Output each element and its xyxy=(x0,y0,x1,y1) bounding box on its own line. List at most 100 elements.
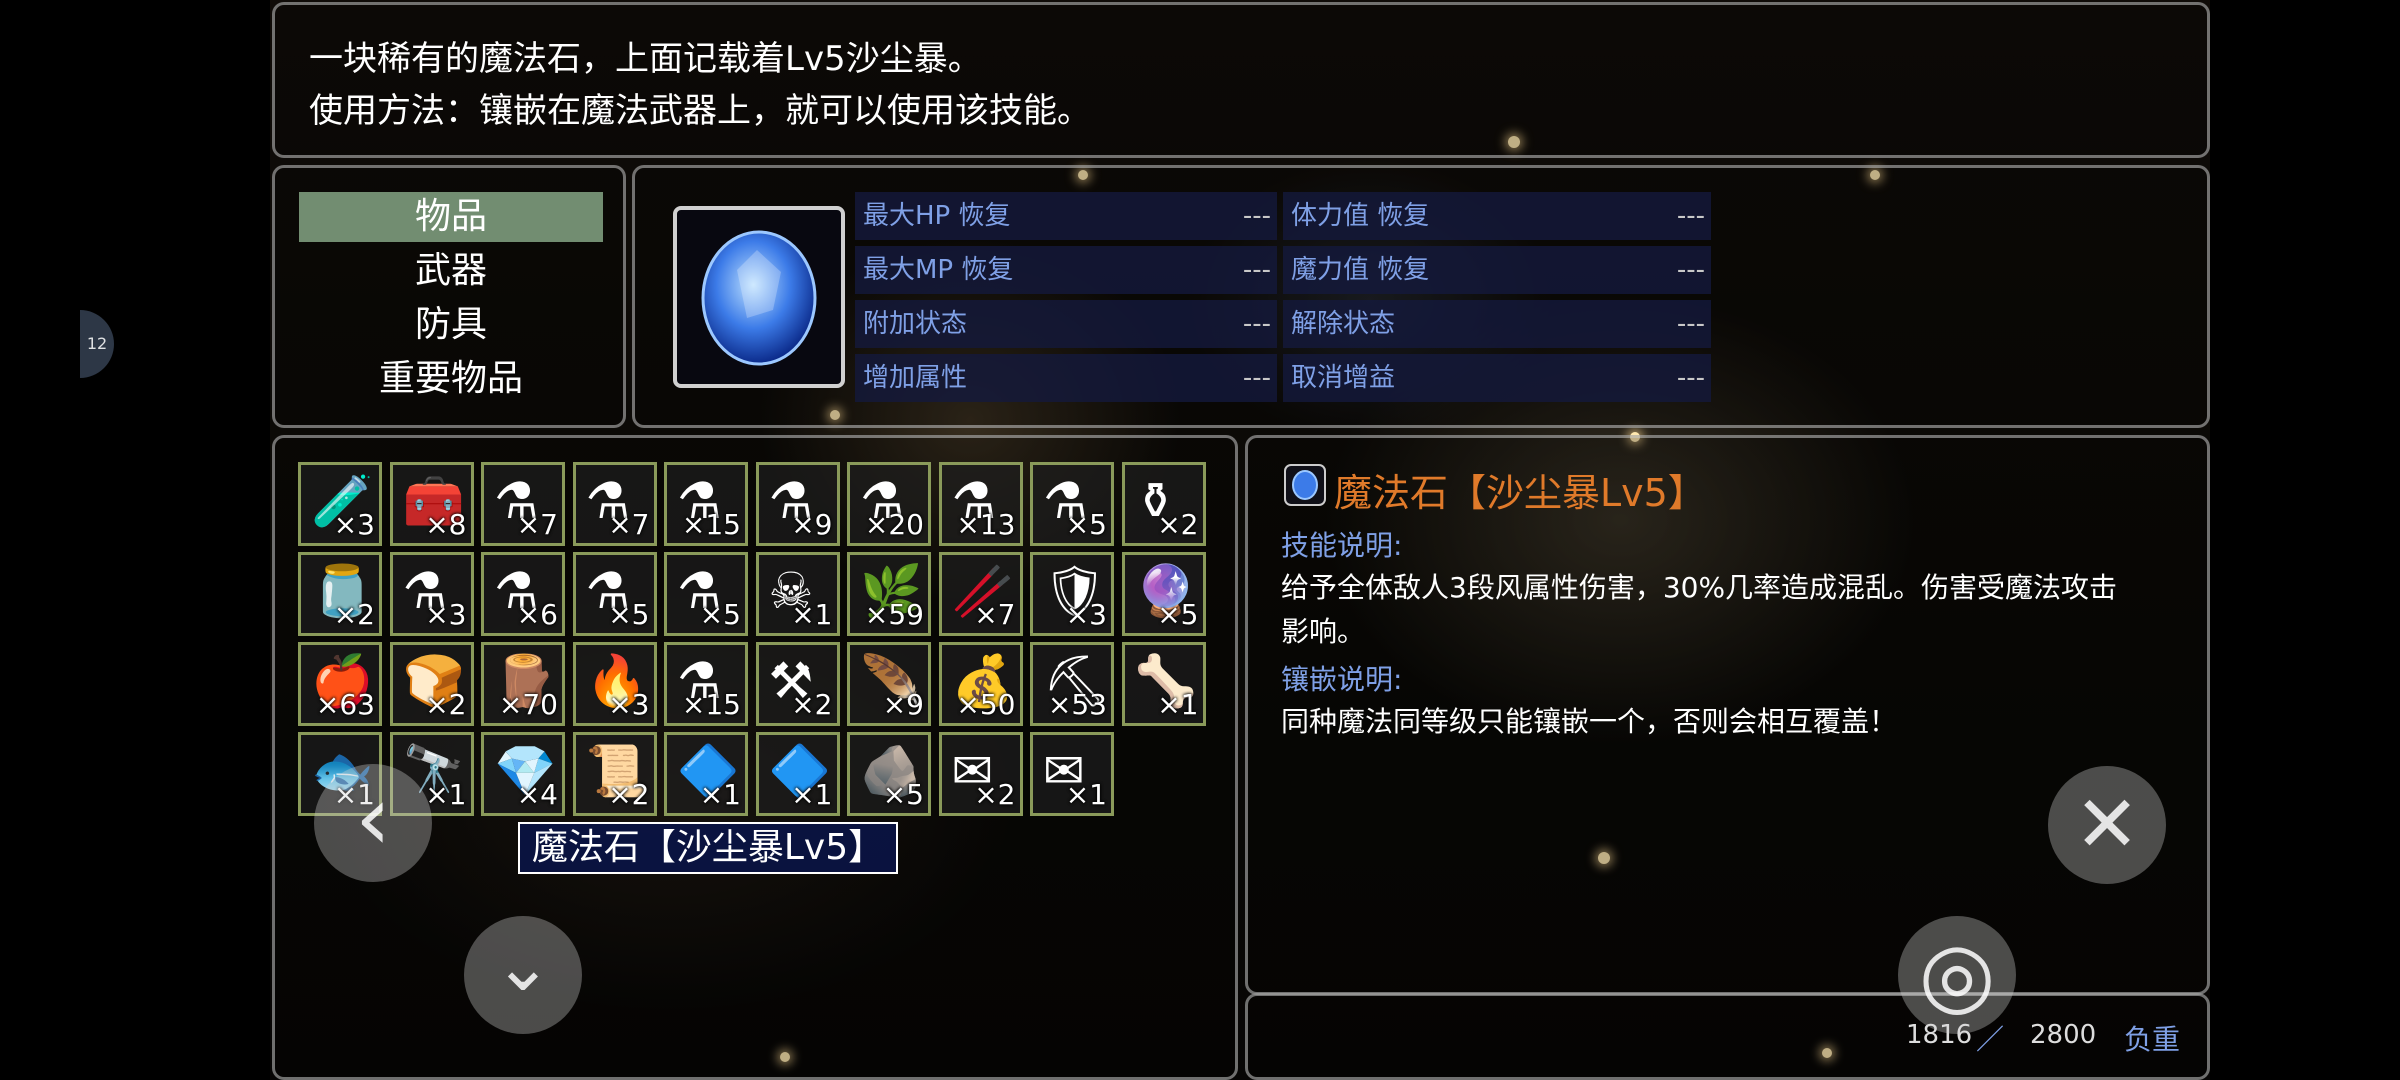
inventory-slot[interactable]: ⚗ ×3 xyxy=(389,552,474,636)
item-count: ×5 xyxy=(1065,508,1107,541)
inventory-slot[interactable]: 💎 ×4 xyxy=(481,732,565,816)
help-line-2: 使用方法：镶嵌在魔法武器上，就可以使用该技能。 xyxy=(309,91,1091,131)
inventory-slot[interactable]: ⚱ ×2 xyxy=(1121,462,1206,546)
inventory-slot[interactable]: ⚗ ×15 xyxy=(664,462,748,546)
category-armor[interactable]: 防具 xyxy=(299,300,603,350)
inventory-slot[interactable]: 🪶 ×9 xyxy=(847,642,931,726)
item-count: ×5 xyxy=(882,778,924,811)
stat-label: 附加状态 xyxy=(863,309,968,339)
item-count: ×3 xyxy=(608,688,650,721)
item-name-tooltip: 魔法石【沙尘暴Lv5】 xyxy=(518,822,898,874)
inventory-slot[interactable]: 🌿 ×59 xyxy=(847,552,931,636)
item-count: ×1 xyxy=(699,778,741,811)
inventory-slot[interactable]: 🔷 ×1 xyxy=(755,732,840,816)
item-count: ×2 xyxy=(608,778,650,811)
inventory-slot[interactable]: ✉ ×1 xyxy=(1030,732,1114,816)
inventory-slot[interactable]: 🫙 ×2 xyxy=(298,552,382,636)
item-count: ×5 xyxy=(1157,598,1199,631)
inventory-slot[interactable]: ✉ ×2 xyxy=(938,732,1023,816)
skill-desc-line-2: 影响。 xyxy=(1281,615,1366,648)
stat-value: --- xyxy=(1242,255,1271,285)
stat-label: 魔力值 恢复 xyxy=(1291,255,1430,285)
category-key-items[interactable]: 重要物品 xyxy=(299,354,603,404)
inventory-slot[interactable]: ⚒ ×2 xyxy=(755,642,840,726)
inlay-desc: 同种魔法同等级只能镶嵌一个，否则会相互覆盖！ xyxy=(1281,705,1898,738)
inventory-slot[interactable]: 🪵 ×70 xyxy=(481,642,565,726)
stat-label: 最大MP 恢复 xyxy=(863,255,1014,285)
stat-label: 取消增益 xyxy=(1291,363,1396,393)
inventory-slot[interactable]: ⚗ ×5 xyxy=(1030,462,1114,546)
inventory-slot[interactable]: 🛡 ×3 xyxy=(1030,552,1114,636)
item-count: ×1 xyxy=(1065,778,1107,811)
stat-max-hp: 最大HP 恢复 --- xyxy=(855,192,1277,240)
item-count: ×50 xyxy=(956,688,1016,721)
chevron-down-icon: ⌄ xyxy=(493,925,553,1007)
stat-label: 解除状态 xyxy=(1291,309,1396,339)
inventory-slot[interactable]: ⚗ ×9 xyxy=(755,462,840,546)
inventory-slot[interactable]: 🔥 ×3 xyxy=(572,642,657,726)
item-count: ×2 xyxy=(1157,508,1199,541)
inventory-slot[interactable]: ☠ ×1 xyxy=(755,552,840,636)
stat-label: 体力值 恢复 xyxy=(1291,201,1430,231)
help-line-1: 一块稀有的魔法石，上面记载着Lv5沙尘暴。 xyxy=(309,39,982,79)
inventory-slot[interactable]: ⚗ ×7 xyxy=(481,462,565,546)
magic-stone-icon xyxy=(701,230,817,366)
confirm-button[interactable]: ◎ xyxy=(1898,916,2016,1034)
inventory-slot[interactable]: 🧪 ×3 xyxy=(298,462,382,546)
inventory-slot[interactable]: ⚗ ×13 xyxy=(938,462,1023,546)
item-count: ×1 xyxy=(1157,688,1199,721)
inventory-slot[interactable]: 🍎 ×63 xyxy=(298,642,382,726)
skill-header: 技能说明: xyxy=(1281,529,1403,562)
inventory-slot[interactable]: 📜 ×2 xyxy=(572,732,657,816)
item-preview-frame xyxy=(673,206,845,388)
inventory-slot[interactable]: 🥢 ×7 xyxy=(938,552,1023,636)
item-stats-panel: 最大HP 恢复 --- 体力值 恢复 --- 最大MP 恢复 --- 魔力值 恢… xyxy=(632,165,2210,428)
inventory-slot[interactable]: ⛏ ×53 xyxy=(1030,642,1114,726)
item-count: ×5 xyxy=(699,598,741,631)
stat-add-attribute: 增加属性 --- xyxy=(855,354,1277,402)
item-count: ×1 xyxy=(791,598,833,631)
item-count: ×3 xyxy=(333,508,375,541)
weight-label: 负重 xyxy=(2124,1023,2181,1056)
left-arrow-button[interactable]: ‹ xyxy=(314,764,432,882)
item-count: ×20 xyxy=(864,508,924,541)
item-count: ×7 xyxy=(974,598,1016,631)
stat-label: 最大HP 恢复 xyxy=(863,201,1011,231)
item-count: ×53 xyxy=(1047,688,1107,721)
inventory-slot[interactable]: ⚗ ×5 xyxy=(664,552,748,636)
inventory-slot[interactable]: 💰 ×50 xyxy=(938,642,1023,726)
item-count: ×7 xyxy=(608,508,650,541)
item-count: ×13 xyxy=(956,508,1016,541)
inventory-slot[interactable]: 🍞 ×2 xyxy=(389,642,474,726)
inventory-slot[interactable]: ⚗ ×20 xyxy=(847,462,931,546)
help-panel: 一块稀有的魔法石，上面记载着Lv5沙尘暴。 使用方法：镶嵌在魔法武器上，就可以使… xyxy=(272,2,2210,158)
down-arrow-button[interactable]: ⌄ xyxy=(464,916,582,1034)
skill-desc-line-1: 给予全体敌人3段风属性伤害，30%几率造成混乱。伤害受魔法攻击 xyxy=(1281,571,2118,604)
inventory-slot[interactable]: 🔷 ×1 xyxy=(664,732,748,816)
close-icon: ✕ xyxy=(2074,780,2140,870)
stat-stamina: 体力值 恢复 --- xyxy=(1283,192,1711,240)
inventory-slot[interactable]: 🦴 ×1 xyxy=(1121,642,1206,726)
inventory-slot[interactable]: ⚗ ×7 xyxy=(572,462,657,546)
inventory-slot[interactable]: ⚗ ×6 xyxy=(481,552,565,636)
inlay-header: 镶嵌说明: xyxy=(1281,663,1403,696)
inventory-slot[interactable]: 🔮 ×5 xyxy=(1121,552,1206,636)
category-items[interactable]: 物品 xyxy=(299,192,603,242)
inventory-slot[interactable]: ⚗ ×15 xyxy=(664,642,748,726)
inventory-slot[interactable]: 🧰 ×8 xyxy=(389,462,474,546)
item-count: ×9 xyxy=(791,508,833,541)
item-detail-panel: 魔法石【沙尘暴Lv5】 技能说明: 给予全体敌人3段风属性伤害，30%几率造成混… xyxy=(1245,435,2210,995)
confirm-icon: ◎ xyxy=(1918,922,1996,1025)
stat-remove-buff: 取消增益 --- xyxy=(1283,354,1711,402)
inventory-slot[interactable]: ⚗ ×5 xyxy=(572,552,657,636)
item-count: ×2 xyxy=(333,598,375,631)
inventory-slot[interactable]: 🪨 ×5 xyxy=(847,732,931,816)
category-weapons[interactable]: 武器 xyxy=(299,246,603,296)
weight-max: 2800 xyxy=(2030,1020,2097,1050)
item-count: ×2 xyxy=(791,688,833,721)
page-indicator-button[interactable]: 12 xyxy=(80,310,114,378)
close-button[interactable]: ✕ xyxy=(2048,766,2166,884)
item-count: ×2 xyxy=(974,778,1016,811)
item-count: ×15 xyxy=(681,688,741,721)
item-count: ×3 xyxy=(1065,598,1107,631)
